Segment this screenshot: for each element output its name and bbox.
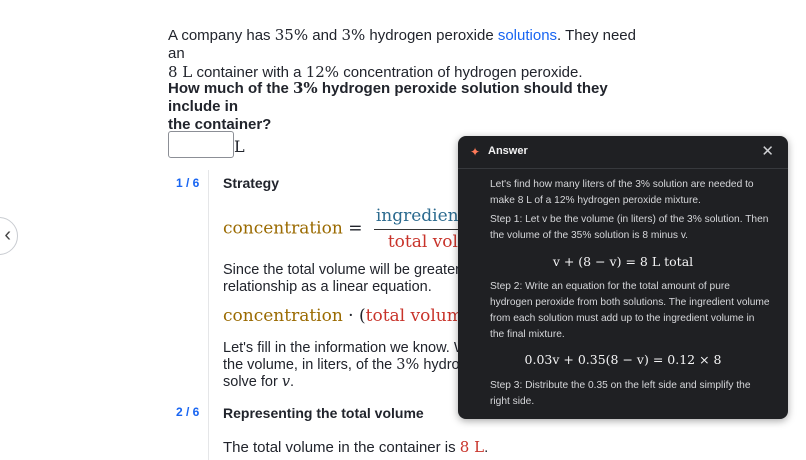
step-text-line: hydrog <box>419 357 463 373</box>
problem-text: and <box>308 27 342 44</box>
steps-rail <box>208 170 209 460</box>
answer-panel-header: ✦ Answer ✕ <box>458 136 788 169</box>
total-volume-text: The total volume in the container is 8 L… <box>223 438 488 456</box>
step-text-line: relationship as a linear equation. <box>223 279 432 295</box>
chevron-left-icon: ‹ <box>4 224 11 246</box>
step-text-line: The total volume in the container is <box>223 439 460 456</box>
step-text-line: Since the total volume will be greater t <box>223 262 463 278</box>
step-text-line: the volume, in liters, of the <box>223 357 397 373</box>
problem-statement: A company has 35% and 3% hydrogen peroxi… <box>168 26 638 82</box>
step-title: Representing the total volume <box>223 405 424 421</box>
step-text: Let's fill in the information we know. W… <box>223 340 463 391</box>
problem-text: A company has <box>168 27 275 44</box>
question: How much of the 3% hydrogen peroxide sol… <box>168 79 638 134</box>
answer-panel-title: Answer <box>488 145 528 157</box>
sparkle-icon: ✦ <box>470 145 481 159</box>
answer-equation-2: 0.03v + 0.35(8 − v) = 0.12 × 8 <box>524 352 722 367</box>
step-text-line: . <box>484 439 489 456</box>
step-text: Since the total volume will be greater t… <box>223 262 463 296</box>
problem-text: hydrogen peroxide <box>365 27 498 44</box>
step-number: 2 / 6 <box>176 405 200 419</box>
previous-button[interactable]: ‹ <box>0 217 18 255</box>
answer-panel: ✦ Answer ✕ Let's find how many liters of… <box>458 136 788 419</box>
step-percent: 3% <box>396 357 420 373</box>
answer-intro: Let's find how many liters of the 3% sol… <box>490 179 754 206</box>
total-volume-value: 8 L <box>459 438 485 456</box>
eq-total-volume: total volume <box>365 306 473 326</box>
eq-concentration: concentration <box>223 218 343 239</box>
question-percent: 3% <box>293 79 318 97</box>
variable-v: v <box>281 374 291 390</box>
close-icon[interactable]: ✕ <box>761 142 774 160</box>
answer-step-1: Step 1: Let v be the volume (in liters) … <box>490 214 769 241</box>
answer-input[interactable] <box>168 131 234 158</box>
eq-equals: = <box>348 218 363 239</box>
eq-operator: · ( <box>342 306 366 326</box>
answer-equation-1: v + (8 − v) = 8 L total <box>552 254 694 269</box>
answer-unit: L <box>234 137 245 156</box>
percent-b: 3% <box>341 26 366 44</box>
step-number: 1 / 6 <box>176 176 200 190</box>
answer-step-2: Step 2: Write an equation for the total … <box>490 281 770 340</box>
solutions-link[interactable]: solutions <box>498 27 557 44</box>
step-text-line: . <box>290 374 295 390</box>
percent-a: 35% <box>274 26 309 44</box>
answer-step-3: Step 3: Distribute the 0.35 on the left … <box>490 380 751 407</box>
eq-concentration: concentration <box>223 306 343 326</box>
step-text-line: solve for <box>223 374 282 390</box>
step-text-line: Let's fill in the information we know. W <box>223 340 463 356</box>
step-title: Strategy <box>223 175 280 191</box>
question-text: How much of the <box>168 80 293 97</box>
